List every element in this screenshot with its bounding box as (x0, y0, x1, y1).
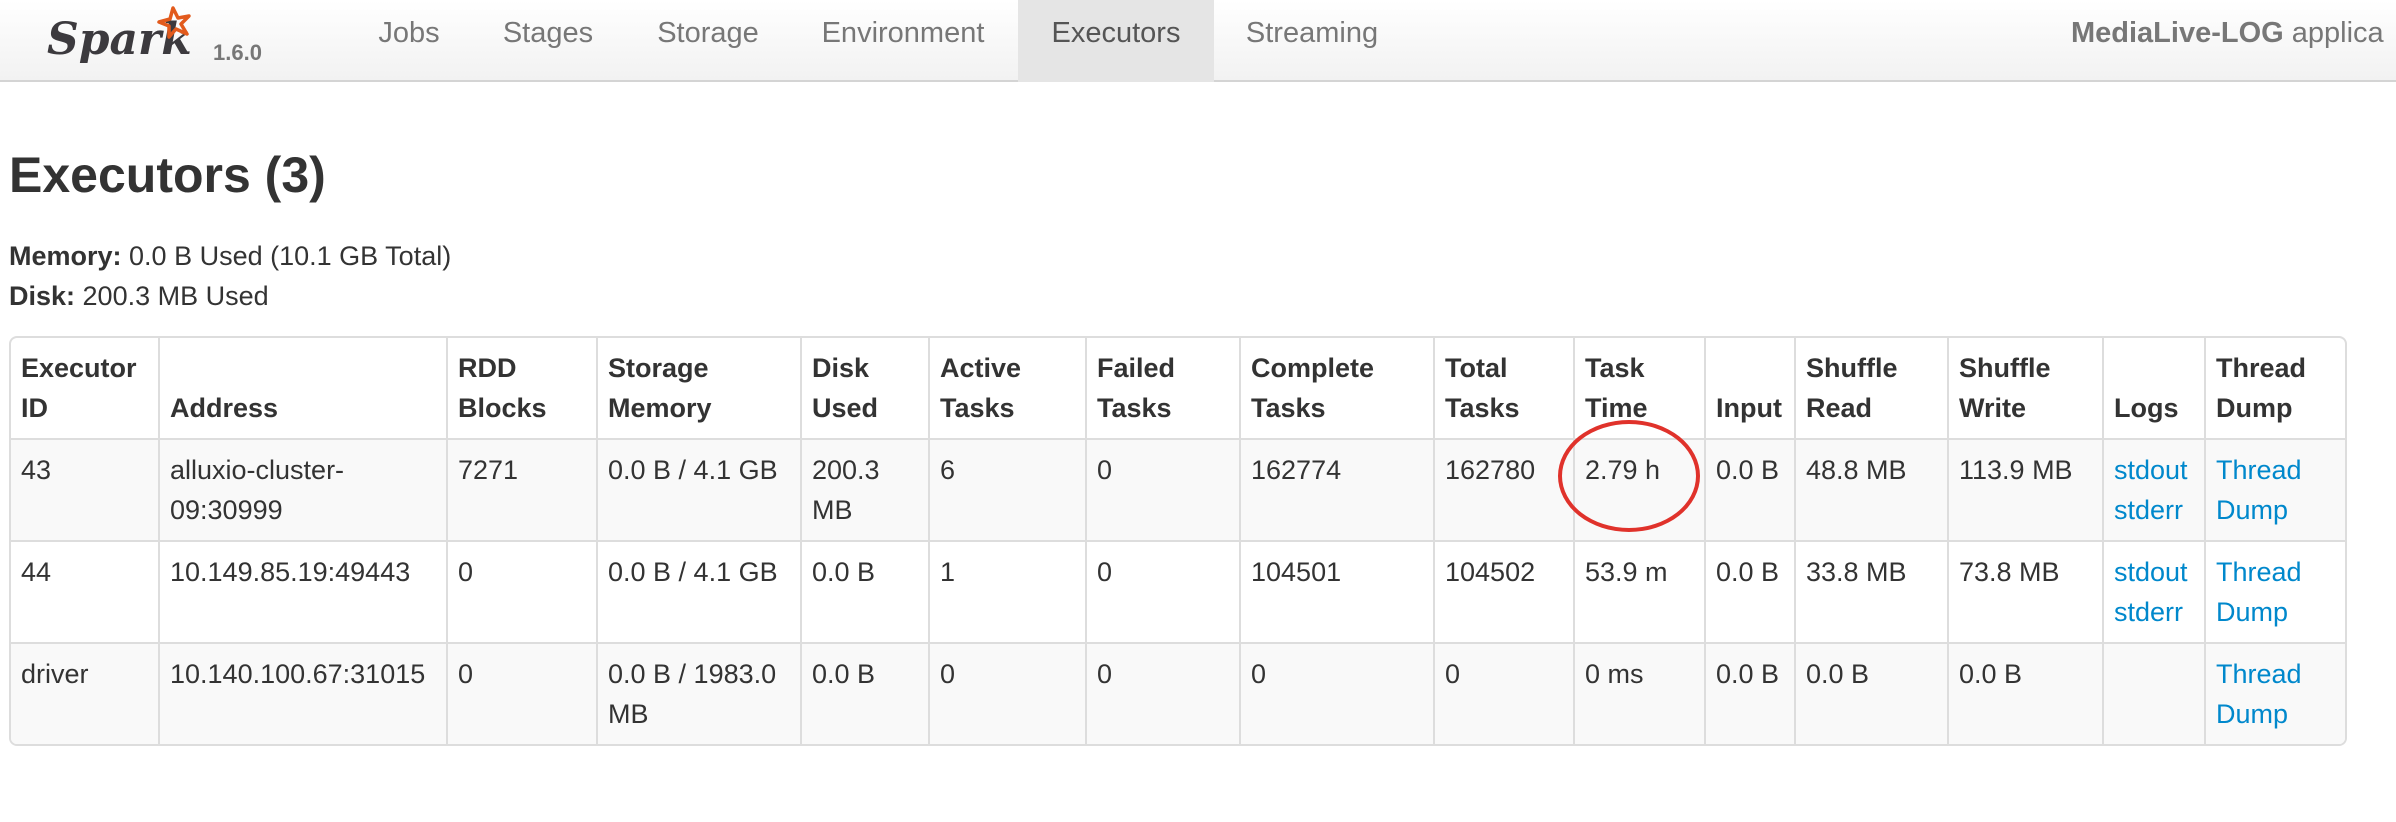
tab-environment[interactable]: Environment (788, 0, 1018, 82)
cell-storage-memory: 0.0 B / 4.1 GB (596, 540, 801, 643)
cell-active-tasks: 1 (928, 540, 1086, 643)
cell-rdd-blocks: 7271 (446, 438, 597, 541)
svg-text:Spark: Spark (47, 14, 192, 65)
cell-rdd-blocks: 0 (446, 642, 597, 744)
executors-table: Executor ID Address RDD Blocks Storage M… (11, 338, 2345, 744)
spark-version: 1.6.0 (213, 40, 262, 65)
column-header-logs: Logs (2102, 338, 2205, 439)
column-header-complete-tasks[interactable]: Complete Tasks (1239, 338, 1434, 439)
stderr-link[interactable]: stderr (2114, 490, 2194, 530)
column-header-rdd-blocks[interactable]: RDD Blocks (446, 338, 597, 439)
cell-logs: stdout stderr (2102, 540, 2205, 643)
cell-complete-tasks: 104501 (1239, 540, 1434, 643)
column-header-active-tasks[interactable]: Active Tasks (928, 338, 1086, 439)
cell-executor-id: driver (11, 642, 159, 744)
cell-shuffle-write: 0.0 B (1947, 642, 2103, 744)
cell-shuffle-write: 73.8 MB (1947, 540, 2103, 643)
executors-summary: Memory: 0.0 B Used (10.1 GB Total) Disk:… (9, 236, 451, 316)
application-name: MediaLive-LOG applica (2071, 0, 2384, 66)
cell-logs (2102, 642, 2205, 744)
cell-storage-memory: 0.0 B / 1983.0 MB (596, 642, 801, 744)
table-row: 43 alluxio-cluster-09:30999 7271 0.0 B /… (11, 438, 2345, 541)
disk-label: Disk: (9, 281, 76, 311)
cell-complete-tasks: 162774 (1239, 438, 1434, 541)
cell-thread-dump: Thread Dump (2204, 642, 2345, 744)
cell-task-time: 53.9 m (1573, 540, 1705, 643)
application-name-bold: MediaLive-LOG (2071, 17, 2284, 49)
cell-input: 0.0 B (1704, 438, 1795, 541)
stderr-link[interactable]: stderr (2114, 592, 2194, 632)
cell-storage-memory: 0.0 B / 4.1 GB (596, 438, 801, 541)
column-header-shuffle-write[interactable]: Shuffle Write (1947, 338, 2103, 439)
column-header-disk-used[interactable]: Disk Used (800, 338, 929, 439)
disk-value: 200.3 MB Used (75, 281, 269, 311)
cell-failed-tasks: 0 (1085, 540, 1240, 643)
tab-storage[interactable]: Storage (628, 0, 788, 82)
thread-dump-link[interactable]: Thread Dump (2216, 450, 2339, 530)
column-header-failed-tasks[interactable]: Failed Tasks (1085, 338, 1240, 439)
cell-thread-dump: Thread Dump (2204, 438, 2345, 541)
cell-address: 10.140.100.67:31015 (158, 642, 447, 744)
cell-input: 0.0 B (1704, 540, 1795, 643)
executors-table-container: Executor ID Address RDD Blocks Storage M… (9, 336, 2347, 746)
cell-disk-used: 0.0 B (800, 642, 929, 744)
tab-stages[interactable]: Stages (468, 0, 628, 82)
column-header-address[interactable]: Address (158, 338, 447, 439)
cell-failed-tasks: 0 (1085, 438, 1240, 541)
stdout-link[interactable]: stdout (2114, 450, 2194, 490)
brand[interactable]: Spark 1.6.0 (45, 2, 285, 78)
column-header-executor-id[interactable]: Executor ID (11, 338, 159, 439)
column-header-input[interactable]: Input (1704, 338, 1795, 439)
cell-logs: stdout stderr (2102, 438, 2205, 541)
column-header-total-tasks[interactable]: Total Tasks (1433, 338, 1574, 439)
spark-logo-icon: Spark (47, 6, 192, 65)
cell-active-tasks: 0 (928, 642, 1086, 744)
memory-value: 0.0 B Used (10.1 GB Total) (121, 241, 452, 271)
tab-executors[interactable]: Executors (1018, 0, 1214, 82)
tab-streaming[interactable]: Streaming (1214, 0, 1410, 82)
table-header-row: Executor ID Address RDD Blocks Storage M… (11, 338, 2345, 439)
cell-executor-id: 43 (11, 438, 159, 541)
top-navbar: Spark 1.6.0 Jobs Stages Storage Environm… (0, 0, 2396, 82)
page-title: Executors (3) (9, 147, 326, 203)
disk-summary: Disk: 200.3 MB Used (9, 276, 451, 316)
cell-address: alluxio-cluster-09:30999 (158, 438, 447, 541)
cell-disk-used: 200.3 MB (800, 438, 929, 541)
cell-executor-id: 44 (11, 540, 159, 643)
application-name-suffix: applica (2283, 17, 2384, 49)
cell-total-tasks: 162780 (1433, 438, 1574, 541)
cell-input: 0.0 B (1704, 642, 1795, 744)
memory-summary: Memory: 0.0 B Used (10.1 GB Total) (9, 236, 451, 276)
cell-task-time: 2.79 h (1573, 438, 1705, 541)
table-row: driver 10.140.100.67:31015 0 0.0 B / 198… (11, 642, 2345, 744)
column-header-storage-memory[interactable]: Storage Memory (596, 338, 801, 439)
cell-total-tasks: 104502 (1433, 540, 1574, 643)
cell-disk-used: 0.0 B (800, 540, 929, 643)
stdout-link[interactable]: stdout (2114, 552, 2194, 592)
cell-total-tasks: 0 (1433, 642, 1574, 744)
thread-dump-link[interactable]: Thread Dump (2216, 552, 2339, 632)
cell-shuffle-read: 33.8 MB (1794, 540, 1948, 643)
table-row: 44 10.149.85.19:49443 0 0.0 B / 4.1 GB 0… (11, 540, 2345, 643)
cell-thread-dump: Thread Dump (2204, 540, 2345, 643)
cell-shuffle-read: 0.0 B (1794, 642, 1948, 744)
memory-label: Memory: (9, 241, 122, 271)
cell-complete-tasks: 0 (1239, 642, 1434, 744)
cell-task-time: 0 ms (1573, 642, 1705, 744)
cell-address: 10.149.85.19:49443 (158, 540, 447, 643)
column-header-shuffle-read[interactable]: Shuffle Read (1794, 338, 1948, 439)
cell-rdd-blocks: 0 (446, 540, 597, 643)
cell-failed-tasks: 0 (1085, 642, 1240, 744)
tab-jobs[interactable]: Jobs (350, 0, 468, 82)
thread-dump-link[interactable]: Thread Dump (2216, 654, 2339, 734)
cell-shuffle-write: 113.9 MB (1947, 438, 2103, 541)
cell-active-tasks: 6 (928, 438, 1086, 541)
column-header-task-time[interactable]: Task Time (1573, 338, 1705, 439)
cell-shuffle-read: 48.8 MB (1794, 438, 1948, 541)
column-header-thread-dump: Thread Dump (2204, 338, 2345, 439)
